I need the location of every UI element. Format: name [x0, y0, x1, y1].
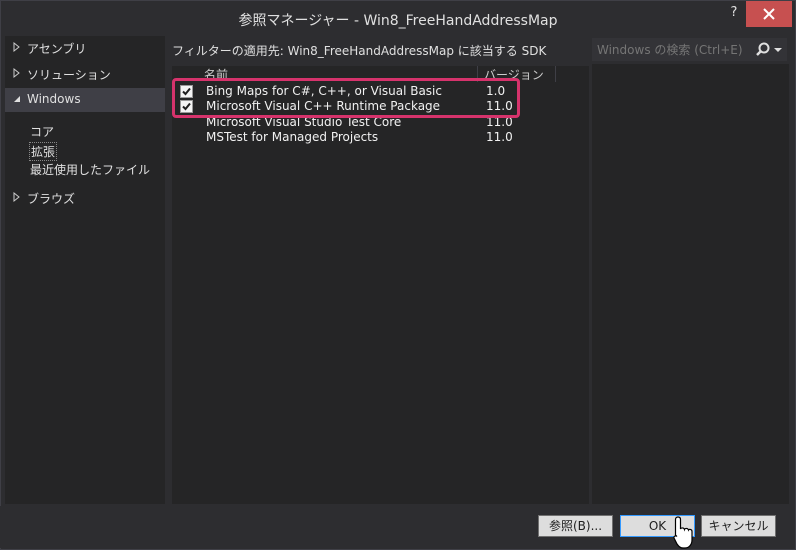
column-separator[interactable] — [555, 66, 556, 82]
row-name: MSTest for Managed Projects — [206, 130, 379, 144]
sidebar-subitem-extensions[interactable]: 拡張 — [29, 142, 58, 161]
check-icon — [182, 102, 191, 111]
row-version: 1.0 — [486, 84, 506, 98]
browse-button[interactable]: 参照(B)... — [538, 515, 613, 537]
row-name: Microsoft Visual Studio Test Core — [206, 115, 402, 129]
help-button[interactable]: ? — [720, 1, 748, 27]
sidebar-item-assemblies[interactable]: アセンブリ — [5, 36, 165, 60]
table-row[interactable]: Microsoft Visual Studio Test Core 11.0 — [172, 115, 589, 130]
sidebar-subitem-core[interactable]: コア — [30, 123, 54, 140]
table-row[interactable]: Microsoft Visual C++ Runtime Package 11.… — [172, 99, 589, 114]
close-icon — [763, 8, 775, 20]
chevron-down-icon[interactable] — [773, 43, 783, 55]
column-header-version[interactable]: バージョン — [484, 66, 554, 82]
table-row[interactable]: Bing Maps for C#, C++, or Visual Basic 1… — [172, 84, 589, 99]
search-icon[interactable] — [754, 41, 772, 59]
table-row[interactable]: MSTest for Managed Projects 11.0 — [172, 130, 589, 145]
sidebar-item-windows[interactable]: Windows — [5, 88, 165, 112]
sidebar-item-label: ブラウズ — [27, 192, 76, 206]
chevron-right-icon — [13, 191, 20, 203]
sidebar-item-label: Windows — [27, 92, 81, 106]
window-title: 参照マネージャー - Win8_FreeHandAddressMap — [238, 13, 558, 29]
sidebar-item-label: ソリューション — [27, 68, 111, 82]
sidebar-subitem-recent-files[interactable]: 最近使用したファイル — [30, 161, 150, 178]
search-input[interactable] — [592, 38, 757, 61]
row-version: 11.0 — [486, 99, 513, 113]
search-box — [592, 38, 787, 61]
sdk-list: 名前 バージョン Bing Maps for C#, C++, or Visua… — [172, 66, 589, 504]
mouse-cursor-icon — [673, 516, 693, 549]
chevron-right-icon — [13, 41, 20, 53]
column-separator[interactable] — [477, 66, 478, 82]
sidebar: アセンブリ ソリューション Windows コア 拡張 最近使用したファイル ブ… — [5, 36, 165, 504]
row-checkbox[interactable] — [180, 85, 193, 98]
sidebar-item-label: アセンブリ — [27, 42, 87, 56]
row-name: Microsoft Visual C++ Runtime Package — [206, 99, 441, 113]
column-header-name[interactable]: 名前 — [204, 66, 474, 82]
row-version: 11.0 — [486, 115, 513, 129]
chevron-right-icon — [13, 67, 20, 79]
filter-description: フィルターの適用先: Win8_FreeHandAddressMap に該当する… — [172, 44, 547, 58]
row-name: Bing Maps for C#, C++, or Visual Basic — [206, 84, 442, 98]
title-bar[interactable]: 参照マネージャー - Win8_FreeHandAddressMap ? — [1, 1, 795, 37]
sidebar-item-solution[interactable]: ソリューション — [5, 62, 165, 86]
check-icon — [182, 87, 191, 96]
cancel-button[interactable]: キャンセル — [701, 515, 776, 537]
row-checkbox[interactable] — [180, 100, 193, 113]
close-button[interactable] — [746, 1, 792, 27]
sidebar-item-browse[interactable]: ブラウズ — [5, 186, 165, 210]
details-panel — [592, 64, 789, 504]
chevron-down-icon — [14, 96, 20, 102]
row-version: 11.0 — [486, 130, 513, 144]
